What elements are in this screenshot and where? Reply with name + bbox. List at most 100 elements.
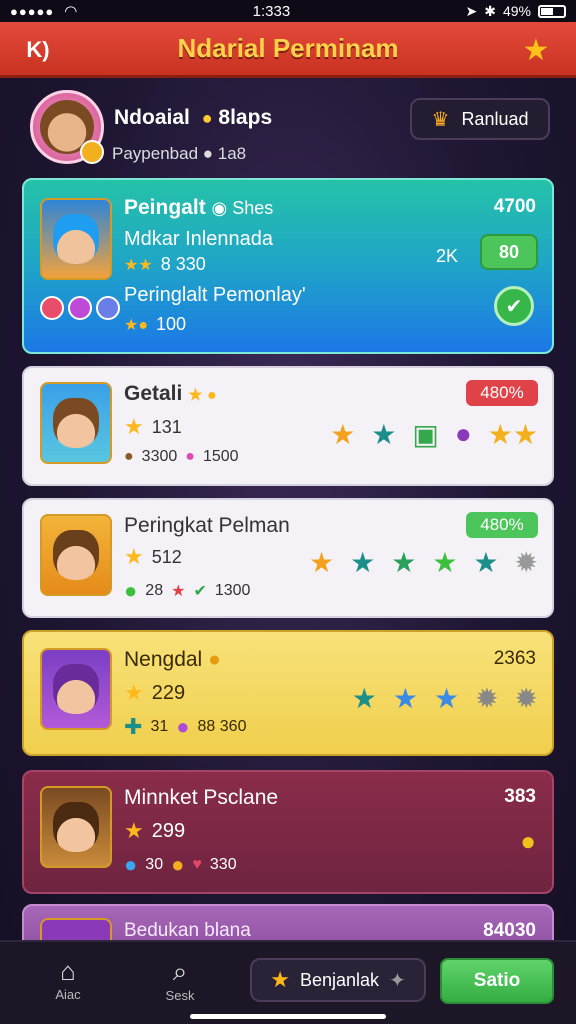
card-stat2b-value: 1500: [202, 448, 239, 465]
hero-face: [53, 664, 99, 714]
reward-button[interactable]: ★ Benjanlak ✦: [250, 958, 426, 1002]
check-icon[interactable]: ✔: [494, 286, 534, 326]
badge-icon: ✦: [389, 969, 406, 992]
profile-panel: Ndoaial ● 8laps Paypenbad ● 1a8 ♛ Ranlua…: [22, 88, 556, 172]
card-tag-text: Shes: [232, 198, 274, 218]
player-subtitle-text: Paypenbad: [112, 144, 199, 163]
card-stat2b-value: 88 360: [197, 718, 247, 735]
home-icon: ⌂: [60, 956, 76, 986]
orb-icon: ●: [124, 852, 138, 877]
header-bar: K) Ndarial Perminam ★: [0, 22, 576, 78]
status-bar: ●●●●● ◠ 1:333 ➤ ✱ 49%: [0, 0, 576, 22]
star-icon: ★: [124, 414, 144, 439]
leaderboard-card-2[interactable]: Getali ★ ● ★ 131 ● 3300 ● 1500 480% ★ ★ …: [22, 366, 554, 486]
action-button[interactable]: Satio: [440, 958, 554, 1004]
card-title: Nengdal ●: [124, 648, 221, 672]
coin-icon: ●: [171, 852, 185, 877]
nav-search-label: Sesk: [165, 988, 195, 1003]
star-icon: ★●: [124, 316, 149, 334]
leaderboard-card-1[interactable]: Peingalt ◉ Shes Mdkar Inlennada ★★ 8 330…: [22, 178, 554, 354]
player-name-suffix: 8laps: [218, 106, 273, 129]
gem-icon: ●: [185, 448, 195, 465]
star-icon: ★: [433, 683, 460, 714]
star-icon: ★: [270, 967, 290, 992]
search-icon: ⌕: [172, 956, 188, 986]
coin-icon: ●: [202, 144, 218, 163]
card-mid-value: 2K: [435, 246, 458, 266]
card-stat2b-value: 330: [209, 856, 237, 873]
cross-icon: ✚: [124, 714, 143, 739]
monster-icon: ●: [454, 418, 472, 449]
player-subtitle-value: 1a8: [217, 144, 247, 163]
nav-home[interactable]: ⌂ Aiac: [38, 956, 98, 1002]
star-icon: ★: [308, 547, 335, 578]
skill-icon: [40, 296, 64, 320]
card-score: 383: [504, 786, 536, 807]
card-score: 4700: [493, 196, 536, 217]
card-title: Peingalt ◉ Shes: [124, 196, 273, 220]
card-score: 2363: [493, 648, 536, 669]
hero-portrait: [40, 198, 112, 280]
leaderboard-card-3[interactable]: Peringkat Pelman ★ 512 ● 28 ★ ✔ 1300 480…: [22, 498, 554, 618]
star-progress: ★ ★ ★ ✹ ✹: [352, 682, 538, 715]
emoji-icon: ●: [208, 648, 221, 671]
page-title: Ndarial Perminam: [177, 33, 399, 63]
lemon-icon: ●: [520, 826, 536, 856]
percent-badge: 480%: [466, 380, 538, 406]
leaderboard-card-5[interactable]: Minnket Psclane ★ 299 ● 30 ● ♥ 330 383 ●: [22, 770, 554, 894]
nav-search[interactable]: ⌕ Sesk: [150, 956, 210, 1003]
hero-face: [53, 398, 99, 448]
hero-face: [53, 214, 99, 264]
hero-portrait: [40, 648, 112, 730]
chest-icon: ▣: [412, 419, 439, 450]
card-stat1-value: 299: [151, 819, 186, 842]
home-indicator: [190, 1014, 386, 1019]
star-icon: ★★: [487, 419, 538, 450]
star-icon: ★: [124, 544, 144, 569]
card-title: Minnket Psclane: [124, 786, 279, 809]
card-title-text: Peingalt: [124, 196, 206, 219]
status-time: 1:333: [252, 2, 291, 20]
player-subtitle: Paypenbad ● 1a8: [112, 144, 246, 164]
back-button[interactable]: K): [18, 34, 58, 66]
card-line1: Mdkar Inlennada: [124, 228, 273, 250]
hero-face: [53, 530, 99, 580]
star-badge-icon[interactable]: ★: [514, 32, 558, 68]
star-progress: ★ ★ ★ ★ ★ ✹: [309, 546, 538, 579]
gem-icon: ●: [124, 578, 138, 603]
card-line2-stat: ★● 100: [124, 314, 186, 335]
reward-button-label: Benjanlak: [299, 969, 380, 990]
card-line2: Peringlalt Pemonlay': [124, 284, 306, 306]
check-icon: ✔: [193, 583, 207, 600]
star-icon: ★: [371, 419, 397, 450]
hero-face: [53, 802, 99, 852]
claim-button[interactable]: 80: [480, 234, 538, 270]
player-name: Ndoaial ● 8laps: [114, 106, 272, 130]
card-title-text: Getali: [124, 382, 183, 405]
card-stat2a-value: 31: [150, 718, 169, 735]
wifi-icon: ◠: [64, 3, 78, 20]
mini-icons: [40, 296, 120, 320]
card-score: 84030: [483, 920, 536, 941]
bottom-nav: ⌂ Aiac ⌕ Sesk ★ Benjanlak ✦ Satio: [0, 940, 576, 1024]
avatar-badge-icon: [80, 140, 104, 164]
location-icon: ➤: [465, 2, 478, 19]
star-icon: ★: [351, 683, 377, 714]
gem-icon: ●: [201, 108, 213, 128]
card-stat2b-value: 1300: [214, 582, 251, 599]
star-icon: ★: [350, 547, 376, 578]
nav-home-label: Aiac: [55, 987, 81, 1002]
card-title-text: Nengdal: [124, 648, 203, 671]
player-name-text: Ndoaial: [114, 106, 190, 129]
card-stat2: ● 3300 ● 1500: [124, 448, 239, 466]
card-stat1-value: 131: [151, 416, 182, 437]
hero-portrait: [40, 382, 112, 464]
card-stat2: ● 30 ● ♥ 330: [124, 852, 237, 878]
card-line1-stat-value: 8 330: [160, 254, 206, 274]
ranked-button[interactable]: ♛ Ranluad: [410, 98, 550, 140]
bluetooth-icon: ✱: [484, 2, 496, 19]
leaderboard-card-4[interactable]: Nengdal ● ★ 229 ✚ 31 ● 88 360 2363 ★ ★ ★…: [22, 630, 554, 756]
battery-percent: 49%: [502, 3, 531, 19]
card-stat2: ● 28 ★ ✔ 1300: [124, 578, 250, 604]
gem-icon: ●: [176, 714, 190, 739]
